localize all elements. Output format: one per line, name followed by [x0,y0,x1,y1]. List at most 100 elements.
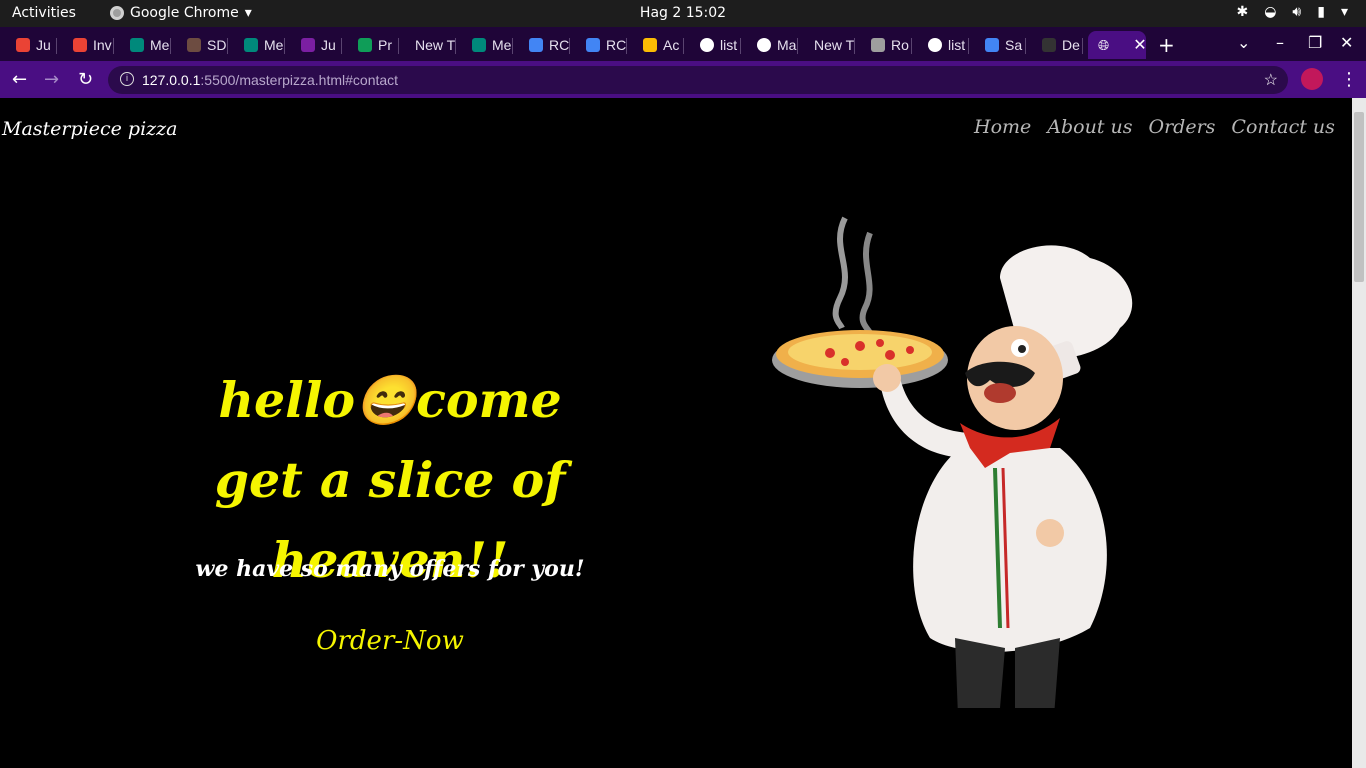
docs-icon [985,38,999,52]
globe-icon: 🌐︎ [1098,36,1110,53]
tab-label: list [720,37,738,53]
chrome-icon [110,6,124,20]
tab-label: New T [814,37,855,53]
steam [859,231,873,335]
docs-icon [529,38,543,52]
forward-button[interactable]: → [44,69,59,90]
nav-home[interactable]: Home [974,116,1031,138]
chef-illustration [772,216,1133,708]
drive-icon [643,38,657,52]
tab-label: Inv [93,37,112,53]
page-scrollbar[interactable] [1352,98,1366,768]
tab-item[interactable]: Me [228,31,285,59]
new-tab-button[interactable]: + [1158,33,1175,57]
app-menu[interactable]: Google Chrome ▾ [110,5,252,21]
url-text[interactable]: 127.0.0.1:5500/masterpizza.html#contact [142,72,398,88]
tab-label: RC [549,37,570,53]
profile-avatar[interactable] [1301,68,1323,90]
gmail-icon [16,38,30,52]
tab-label: Me [150,37,170,53]
sheets-icon [358,38,372,52]
tab-item[interactable]: Me [114,31,171,59]
globe-icon [928,38,942,52]
tab-item[interactable]: Pr [342,31,399,59]
bookmark-star-icon[interactable]: ☆ [1264,70,1278,90]
system-top-bar: Activities Google Chrome ▾ Hag 2 15:02 ✱… [0,0,1366,27]
tab-search-button[interactable]: ⌄ [1237,33,1250,52]
tab-item[interactable]: list [912,31,969,59]
nav-about[interactable]: About us [1047,116,1132,138]
nav-contact[interactable]: Contact us [1231,116,1334,138]
clock[interactable]: Hag 2 15:02 [640,5,726,21]
site-brand[interactable]: Masterpiece pizza [2,118,178,140]
tab-item[interactable]: Ju [0,31,57,59]
site-nav: Home About us Orders Contact us [974,116,1335,138]
volume-icon: 🔊︎ [1292,4,1302,20]
site-info-icon[interactable]: i [120,72,134,86]
reload-button[interactable]: ↻ [78,69,93,90]
tab-item[interactable]: Ac [627,31,684,59]
sparkle-icon [187,38,201,52]
tab-separator [1082,38,1083,54]
tab-label: Me [264,37,284,53]
tab-label: Ju [36,37,51,53]
close-window-button[interactable]: ✕ [1340,33,1353,52]
activities-button[interactable]: Activities [12,5,76,21]
tab-strip: Ju Inv Me SD Me Ju Pr New T Me RC RC Ac list Ma New T R… [0,27,1366,61]
tab-label: New T [415,37,456,53]
meet-icon [472,38,486,52]
tab-item[interactable]: Sa [969,31,1026,59]
tab-item[interactable]: New T [399,31,456,59]
tab-label: De [1062,37,1080,53]
tab-item[interactable]: Ju [285,31,342,59]
tab-label: Ac [663,37,680,53]
system-tray[interactable]: ✱ ◒ 🔊︎ ▮ ▾ [1236,4,1348,20]
meet-icon [244,38,258,52]
tab-item[interactable]: Ma [741,31,798,59]
browser-toolbar: ← → ↻ i 127.0.0.1:5500/masterpizza.html#… [0,61,1366,98]
tab-label: SD [207,37,227,53]
wordpress-icon [871,38,885,52]
forms-icon [301,38,315,52]
chef-body [913,448,1107,652]
meet-icon [130,38,144,52]
maximize-button[interactable]: ❐ [1308,33,1322,52]
tab-item[interactable]: list [684,31,741,59]
chevron-down-icon: ▾ [1340,4,1348,20]
minimize-button[interactable]: – [1276,33,1284,52]
github-icon [1042,38,1056,52]
order-now-button[interactable]: Order-Now [290,626,490,656]
slack-icon[interactable]: ✱ [1236,4,1248,20]
tab-label: RC [606,37,627,53]
globe-icon [700,38,714,52]
tab-label: Sa [1005,37,1023,53]
tab-item[interactable]: De [1026,31,1083,59]
tab-label: Ma [777,37,797,53]
close-icon[interactable]: ✕ [1133,35,1146,55]
chef-legs [955,638,1005,708]
tab-item[interactable]: New T [798,31,855,59]
tab-item[interactable]: RC [513,31,570,59]
back-button[interactable]: ← [12,69,27,90]
wifi-icon: ◒ [1264,4,1277,20]
gmail-icon [73,38,87,52]
docs-icon [586,38,600,52]
globe-icon [757,38,771,52]
tab-item[interactable]: SD [171,31,228,59]
tab-item[interactable]: RC [570,31,627,59]
app-name: Google Chrome [130,5,239,21]
page-viewport: Masterpiece pizza Home About us Orders C… [0,98,1352,768]
kebab-menu-icon[interactable]: ⋮ [1340,69,1358,90]
tab-item[interactable]: Me [456,31,513,59]
hero-subtitle: we have so many offers for you! [195,556,585,582]
scrollbar-thumb[interactable] [1354,112,1364,282]
steam [832,216,848,330]
tab-label: list [948,37,966,53]
address-bar[interactable]: i 127.0.0.1:5500/masterpizza.html#contac… [108,66,1288,94]
tab-label: Pr [378,37,392,53]
tab-item[interactable]: Inv [57,31,114,59]
tab-active[interactable]: 🌐︎ ✕ [1088,31,1146,59]
tab-item[interactable]: Ro [855,31,912,59]
nav-orders[interactable]: Orders [1149,116,1216,138]
tab-label: Me [492,37,512,53]
